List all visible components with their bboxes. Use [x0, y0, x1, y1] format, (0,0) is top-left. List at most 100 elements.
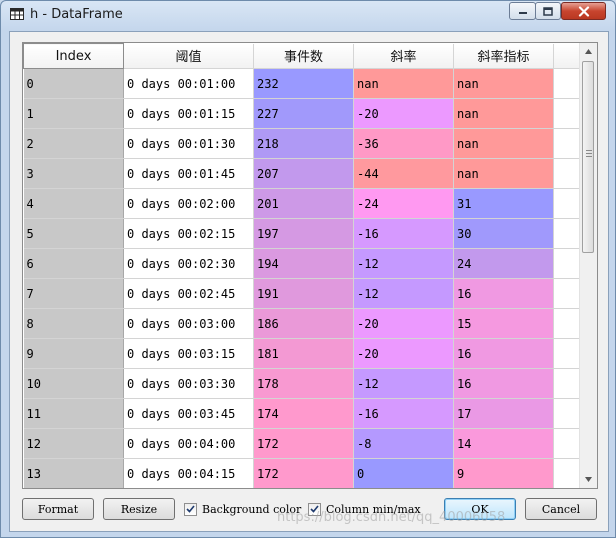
events-cell[interactable]: 218	[253, 128, 354, 159]
events-cell[interactable]: 186	[253, 308, 354, 339]
events-cell[interactable]: 181	[253, 338, 354, 369]
events-cell[interactable]: 172	[253, 458, 354, 488]
slope-index-cell[interactable]: nan	[453, 158, 554, 189]
slope-cell[interactable]: -20	[353, 308, 454, 339]
slope-index-cell[interactable]: 30	[453, 218, 554, 249]
events-cell[interactable]: 178	[253, 368, 354, 399]
column-minmax-checkbox[interactable]: Column min/max	[308, 501, 421, 517]
threshold-cell[interactable]: 0 days 00:03:15	[123, 338, 254, 369]
row-index-cell[interactable]: 1	[23, 98, 124, 129]
column-header-index[interactable]: Index	[23, 43, 124, 69]
slope-cell[interactable]: -12	[353, 368, 454, 399]
row-index-cell[interactable]: 2	[23, 128, 124, 159]
events-cell[interactable]: 191	[253, 278, 354, 309]
row-index-cell[interactable]: 9	[23, 338, 124, 369]
slope-cell[interactable]: -44	[353, 158, 454, 189]
slope-index-cell[interactable]: 9	[453, 458, 554, 488]
threshold-cell[interactable]: 0 days 00:01:00	[123, 68, 254, 99]
table-row[interactable]: 00 days 00:01:00 232 nan nan	[23, 68, 580, 99]
slope-cell[interactable]: -20	[353, 338, 454, 369]
events-cell[interactable]: 197	[253, 218, 354, 249]
checkbox-box[interactable]	[308, 502, 321, 516]
row-index-cell[interactable]: 4	[23, 188, 124, 219]
table-row[interactable]: 10 0 days 00:03:30 178 -12 16	[23, 368, 580, 399]
slope-index-cell[interactable]: 16	[453, 368, 554, 399]
row-index-cell[interactable]: 5	[23, 218, 124, 249]
slope-cell[interactable]: -12	[353, 278, 454, 309]
slope-index-cell[interactable]: 24	[453, 248, 554, 279]
row-index-cell[interactable]: 11	[23, 398, 124, 429]
slope-cell[interactable]: -16	[353, 218, 454, 249]
slope-index-cell[interactable]: 14	[453, 428, 554, 459]
slope-index-cell[interactable]: nan	[453, 98, 554, 129]
slope-cell[interactable]: -8	[353, 428, 454, 459]
threshold-cell[interactable]: 0 days 00:04:15	[123, 458, 254, 488]
slope-cell[interactable]: nan	[353, 68, 454, 99]
column-header-threshold[interactable]: 阈值	[123, 43, 254, 69]
events-cell[interactable]: 172	[253, 428, 354, 459]
checkbox-box[interactable]	[184, 502, 197, 516]
threshold-cell[interactable]: 0 days 00:02:30	[123, 248, 254, 279]
events-cell[interactable]: 207	[253, 158, 354, 189]
column-header-events[interactable]: 事件数	[253, 43, 354, 69]
format-button[interactable]: Format	[22, 498, 94, 520]
table-row[interactable]: 70 days 00:02:45 191 -12 16	[23, 278, 580, 309]
row-index-cell[interactable]: 13	[23, 458, 124, 488]
scrollbar-thumb[interactable]	[582, 61, 594, 253]
table-row[interactable]: 11 0 days 00:03:45 174 -16 17	[23, 398, 580, 429]
threshold-cell[interactable]: 0 days 00:02:00	[123, 188, 254, 219]
threshold-cell[interactable]: 0 days 00:03:45	[123, 398, 254, 429]
scroll-down-button[interactable]	[580, 471, 597, 488]
cancel-button[interactable]: Cancel	[525, 498, 597, 520]
table-row[interactable]: 80 days 00:03:00 186 -20 15	[23, 308, 580, 339]
threshold-cell[interactable]: 0 days 00:02:15	[123, 218, 254, 249]
column-header-slope[interactable]: 斜率	[353, 43, 454, 69]
threshold-cell[interactable]: 0 days 00:03:00	[123, 308, 254, 339]
slope-index-cell[interactable]: 15	[453, 308, 554, 339]
slope-index-cell[interactable]: 16	[453, 278, 554, 309]
table-row[interactable]: 90 days 00:03:15 181 -20 16	[23, 338, 580, 369]
table-row[interactable]: 12 0 days 00:04:00 172 -8 14	[23, 428, 580, 459]
vertical-scrollbar[interactable]	[579, 43, 597, 488]
table-row[interactable]: 60 days 00:02:30 194 -12 24	[23, 248, 580, 279]
table-row[interactable]: 10 days 00:01:15 227 -20 nan	[23, 98, 580, 129]
resize-button[interactable]: Resize	[103, 498, 175, 520]
slope-index-cell[interactable]: 17	[453, 398, 554, 429]
slope-cell[interactable]: -12	[353, 248, 454, 279]
events-cell[interactable]: 201	[253, 188, 354, 219]
slope-cell[interactable]: 0	[353, 458, 454, 488]
slope-cell[interactable]: -20	[353, 98, 454, 129]
row-index-cell[interactable]: 3	[23, 158, 124, 189]
row-index-cell[interactable]: 10	[23, 368, 124, 399]
title-bar[interactable]: h - DataFrame	[1, 1, 615, 31]
maximize-button[interactable]	[535, 2, 561, 20]
table-row[interactable]: 13 0 days 00:04:15 172 0 9	[23, 458, 580, 488]
minimize-button[interactable]	[509, 2, 536, 20]
threshold-cell[interactable]: 0 days 00:01:45	[123, 158, 254, 189]
slope-index-cell[interactable]: 31	[453, 188, 554, 219]
events-cell[interactable]: 227	[253, 98, 354, 129]
scroll-up-button[interactable]	[580, 43, 597, 60]
ok-button[interactable]: OK	[444, 498, 516, 520]
slope-cell[interactable]: -16	[353, 398, 454, 429]
events-cell[interactable]: 174	[253, 398, 354, 429]
threshold-cell[interactable]: 0 days 00:02:45	[123, 278, 254, 309]
row-index-cell[interactable]: 6	[23, 248, 124, 279]
row-index-cell[interactable]: 7	[23, 278, 124, 309]
threshold-cell[interactable]: 0 days 00:03:30	[123, 368, 254, 399]
row-index-cell[interactable]: 8	[23, 308, 124, 339]
row-index-cell[interactable]: 0	[23, 68, 124, 99]
table-row[interactable]: 20 days 00:01:30 218 -36 nan	[23, 128, 580, 159]
row-index-cell[interactable]: 12	[23, 428, 124, 459]
dataframe-grid[interactable]: Index 阈值 事件数 斜率 斜率指标 00 days 00:01:00 232…	[22, 42, 598, 489]
events-cell[interactable]: 232	[253, 68, 354, 99]
slope-index-cell[interactable]: 16	[453, 338, 554, 369]
table-row[interactable]: 50 days 00:02:15 197 -16 30	[23, 218, 580, 249]
slope-cell[interactable]: -36	[353, 128, 454, 159]
threshold-cell[interactable]: 0 days 00:01:15	[123, 98, 254, 129]
slope-index-cell[interactable]: nan	[453, 128, 554, 159]
background-color-checkbox[interactable]: Background color	[184, 501, 301, 517]
slope-cell[interactable]: -24	[353, 188, 454, 219]
close-button[interactable]	[561, 2, 606, 20]
table-row[interactable]: 40 days 00:02:00 201 -24 31	[23, 188, 580, 219]
